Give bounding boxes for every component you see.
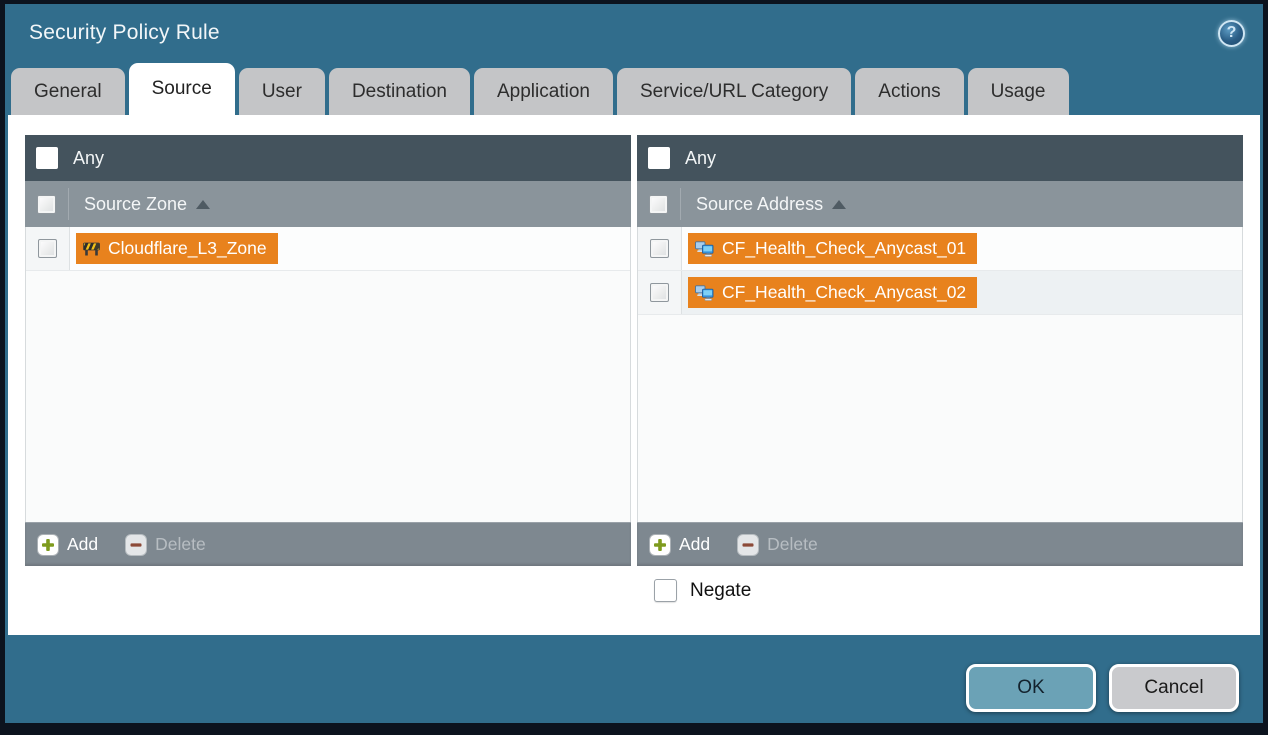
row-checkbox[interactable] <box>650 239 669 258</box>
delete-label: Delete <box>155 534 206 555</box>
delete-icon <box>125 534 147 556</box>
source-zone-any-bar: Any <box>25 135 631 181</box>
source-tab-content: Any Source Zone <box>8 115 1260 635</box>
zone-entry[interactable]: Cloudflare_L3_Zone <box>76 233 278 264</box>
source-address-column-header: Source Address <box>637 181 1243 227</box>
source-address-panel: Any Source Address <box>637 135 1243 566</box>
address-entry[interactable]: CF_Health_Check_Anycast_01 <box>688 233 977 264</box>
source-address-select-all-checkbox[interactable] <box>649 195 668 214</box>
row-checkbox-cell <box>638 271 682 314</box>
source-zone-any-checkbox[interactable] <box>36 147 58 169</box>
address-icon <box>695 241 714 257</box>
address-icon <box>695 285 714 301</box>
tab-application[interactable]: Application <box>474 68 613 115</box>
negate-label: Negate <box>690 580 751 602</box>
source-address-footer: Add Delete <box>637 522 1243 566</box>
tab-source[interactable]: Source <box>129 63 235 115</box>
sort-ascending-icon[interactable] <box>196 200 210 209</box>
delete-zone-button[interactable]: Delete <box>125 534 206 556</box>
zone-icon <box>83 241 100 256</box>
address-name: CF_Health_Check_Anycast_02 <box>722 282 966 303</box>
table-row[interactable]: CF_Health_Check_Anycast_01 <box>638 227 1242 271</box>
dialog-title: Security Policy Rule <box>29 21 1218 45</box>
tab-service-url-category[interactable]: Service/URL Category <box>617 68 851 115</box>
cancel-button[interactable]: Cancel <box>1109 664 1239 712</box>
add-zone-button[interactable]: Add <box>37 534 98 556</box>
source-zone-select-all-checkbox[interactable] <box>37 195 56 214</box>
table-row[interactable]: Cloudflare_L3_Zone <box>26 227 630 271</box>
negate-checkbox[interactable] <box>654 579 677 602</box>
source-zone-column-title[interactable]: Source Zone <box>84 194 187 215</box>
source-address-column-title[interactable]: Source Address <box>696 194 823 215</box>
tab-destination[interactable]: Destination <box>329 68 470 115</box>
add-icon <box>37 534 59 556</box>
source-address-header-checkbox-cell <box>637 188 681 220</box>
address-name: CF_Health_Check_Anycast_01 <box>722 238 966 259</box>
tab-usage[interactable]: Usage <box>968 68 1069 115</box>
source-address-list: CF_Health_Check_Anycast_01 <box>637 227 1243 522</box>
sort-ascending-icon[interactable] <box>832 200 846 209</box>
tab-actions[interactable]: Actions <box>855 68 963 115</box>
source-zone-footer: Add Delete <box>25 522 631 566</box>
address-entry[interactable]: CF_Health_Check_Anycast_02 <box>688 277 977 308</box>
delete-address-button[interactable]: Delete <box>737 534 818 556</box>
source-address-any-bar: Any <box>637 135 1243 181</box>
tab-user[interactable]: User <box>239 68 325 115</box>
delete-icon <box>737 534 759 556</box>
row-checkbox[interactable] <box>38 239 57 258</box>
zone-name: Cloudflare_L3_Zone <box>108 238 267 259</box>
tab-general[interactable]: General <box>11 68 125 115</box>
delete-label: Delete <box>767 534 818 555</box>
add-label: Add <box>679 534 710 555</box>
source-address-any-checkbox[interactable] <box>648 147 670 169</box>
dialog-footer: OK Cancel <box>5 635 1263 723</box>
ok-button[interactable]: OK <box>966 664 1096 712</box>
source-zone-header-checkbox-cell <box>25 188 69 220</box>
table-row[interactable]: CF_Health_Check_Anycast_02 <box>638 271 1242 315</box>
add-address-button[interactable]: Add <box>649 534 710 556</box>
security-policy-rule-dialog: Security Policy Rule ? General Source Us… <box>0 0 1268 735</box>
row-checkbox-cell <box>638 227 682 270</box>
add-label: Add <box>67 534 98 555</box>
source-zone-any-label: Any <box>73 148 104 169</box>
negate-row: Negate <box>654 579 1243 602</box>
source-address-any-label: Any <box>685 148 716 169</box>
row-checkbox-cell <box>26 227 70 270</box>
tab-bar: General Source User Destination Applicat… <box>5 62 1263 115</box>
help-icon[interactable]: ? <box>1218 20 1245 47</box>
dialog-titlebar: Security Policy Rule ? <box>5 4 1263 62</box>
source-zone-list: Cloudflare_L3_Zone <box>25 227 631 522</box>
source-zone-column-header: Source Zone <box>25 181 631 227</box>
row-checkbox[interactable] <box>650 283 669 302</box>
source-zone-panel: Any Source Zone <box>25 135 631 566</box>
add-icon <box>649 534 671 556</box>
